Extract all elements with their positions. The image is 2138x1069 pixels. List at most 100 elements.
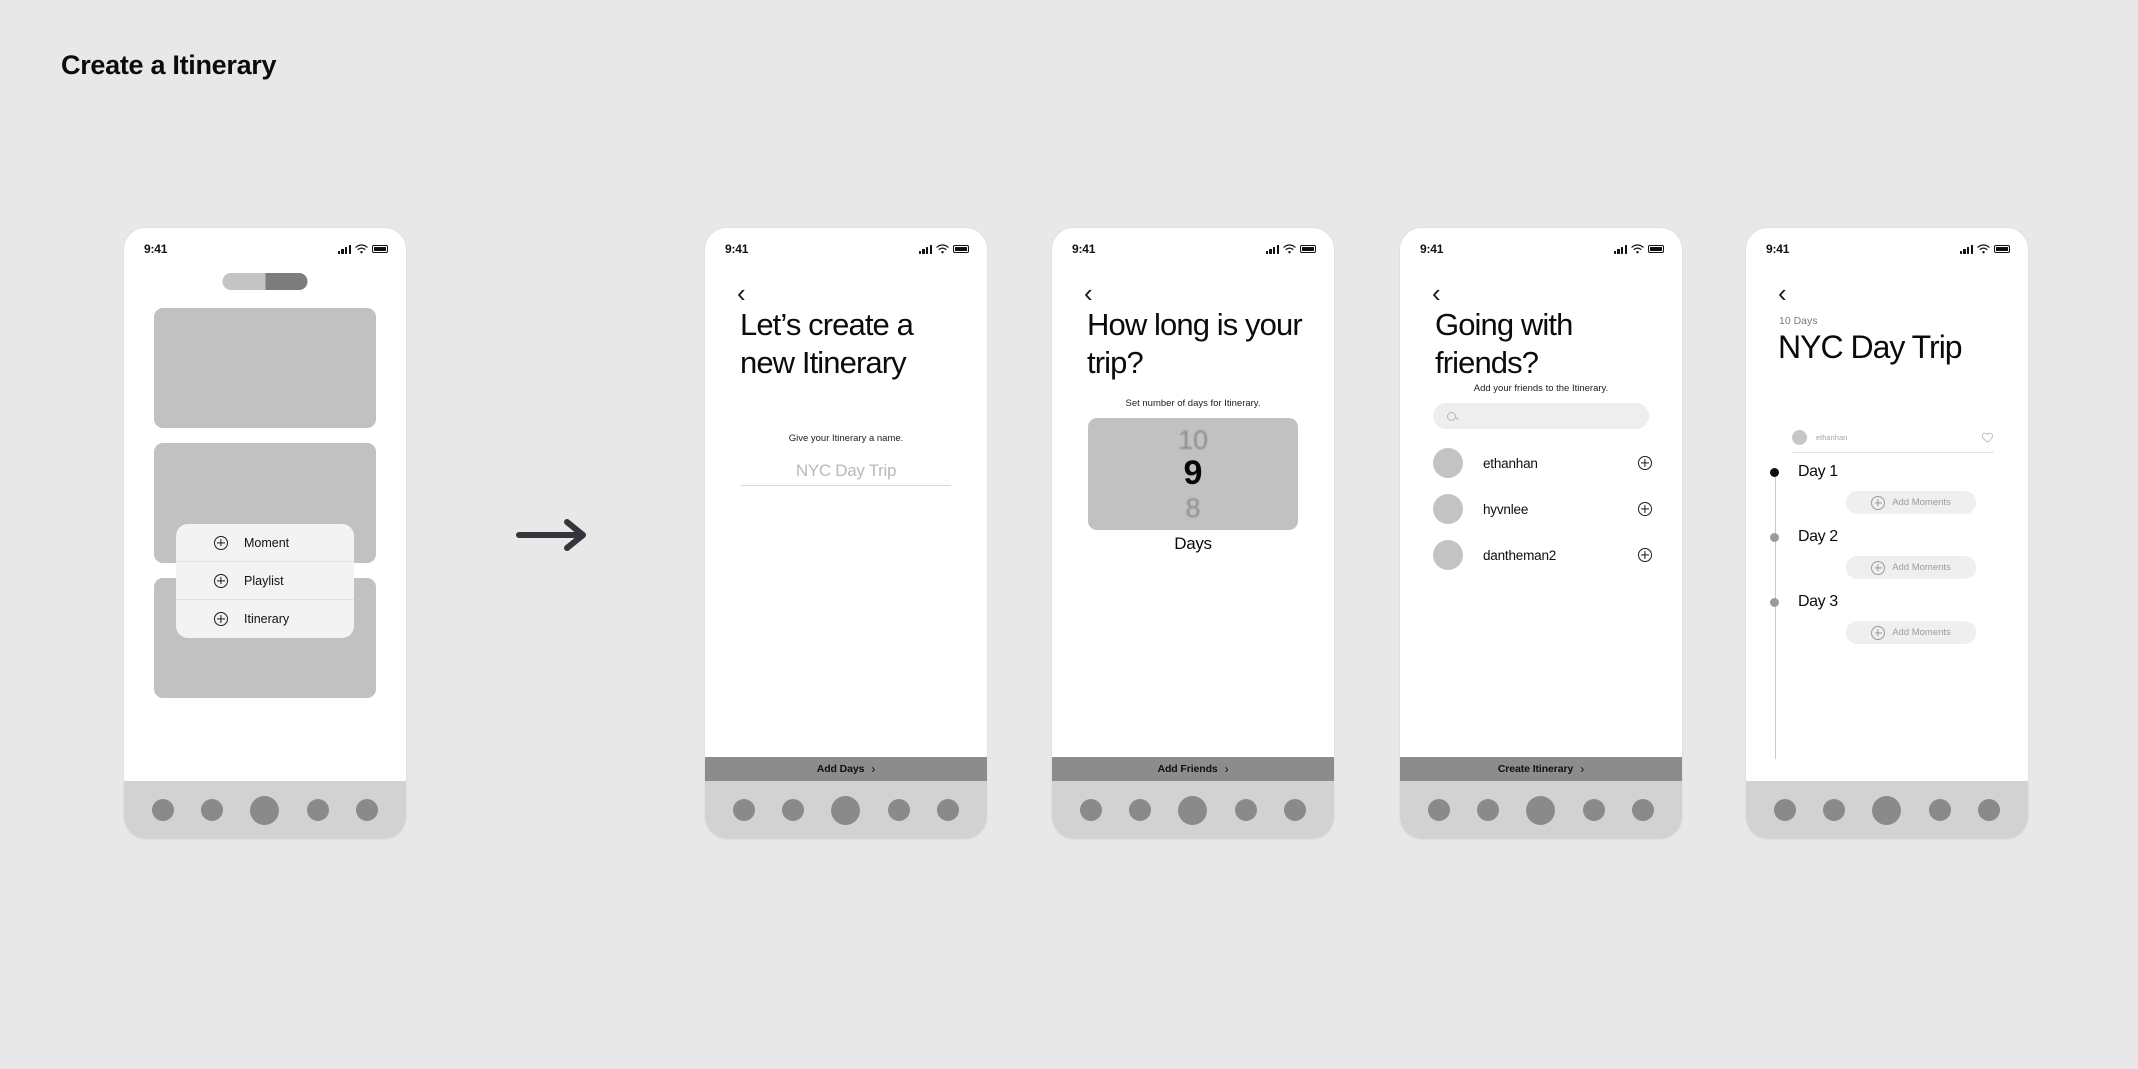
back-chevron-left-icon[interactable]: ‹ [1778, 280, 1787, 306]
status-bar: 9:41 [1052, 228, 1334, 262]
chevron-right-icon: › [1224, 762, 1229, 776]
cellular-signal-icon [1265, 244, 1279, 254]
tab-item-5[interactable] [1978, 799, 2001, 821]
back-chevron-left-icon[interactable]: ‹ [737, 280, 746, 306]
tab-item-1[interactable] [732, 799, 755, 821]
tab-item-3[interactable] [1526, 795, 1556, 825]
phone-screen-name-itinerary: 9:41 ‹ Let’s create a new Itinerary Give… [705, 228, 987, 839]
tab-item-2[interactable] [1823, 799, 1846, 821]
tab-item-5[interactable] [1632, 799, 1655, 821]
itinerary-owner-row: ethanhan [1792, 423, 1994, 453]
tab-item-1[interactable] [1427, 799, 1450, 821]
search-icon [1447, 411, 1456, 421]
tab-item-5[interactable] [356, 799, 379, 821]
wireframe-canvas: Create a Itinerary 9:41 Moment Playlist … [0, 0, 2138, 1069]
itinerary-title: NYC Day Trip [1778, 329, 1963, 365]
cellular-signal-icon [1613, 244, 1627, 254]
menu-item-label: Itinerary [244, 612, 290, 626]
days-unit-label: Days [1174, 534, 1212, 553]
timeline-line [1774, 471, 1776, 759]
tab-item-2[interactable] [782, 799, 805, 821]
battery-icon [372, 244, 388, 254]
battery-icon [1648, 244, 1664, 254]
screen-headline: How long is your trip? [1087, 307, 1303, 380]
plus-circle-icon [214, 535, 228, 550]
tab-item-2[interactable] [1129, 799, 1152, 821]
screen-headline: Going with friends? [1435, 307, 1573, 380]
add-moments-button[interactable]: Add Moments [1846, 621, 1976, 644]
segmented-toggle[interactable] [222, 273, 308, 290]
add-friend-plus-circle-icon[interactable] [1638, 548, 1652, 562]
timeline-dot [1770, 597, 1779, 607]
add-friends-button[interactable]: Add Friends › [1052, 757, 1334, 781]
tab-item-3[interactable] [250, 795, 280, 825]
wifi-icon [1283, 244, 1296, 254]
toggle-right-segment[interactable] [265, 273, 308, 290]
status-bar: 9:41 [1746, 228, 2028, 262]
tab-item-3[interactable] [1872, 795, 1902, 825]
tab-item-4[interactable] [1928, 799, 1951, 821]
back-chevron-left-icon[interactable]: ‹ [1084, 280, 1093, 306]
create-itinerary-button[interactable]: Create Itinerary › [1400, 757, 1682, 781]
screen-headline: Let’s create a new Itinerary [740, 307, 914, 380]
wifi-icon [1631, 244, 1644, 254]
friend-list-item[interactable]: hyvnlee [1433, 492, 1652, 526]
friend-list-item[interactable]: dantheman2 [1433, 538, 1652, 572]
plus-circle-icon [1871, 495, 1886, 510]
status-bar: 9:41 [124, 228, 406, 262]
wifi-icon [936, 244, 949, 254]
screen-subtitle: Set number of days for Itinerary. [1125, 398, 1261, 409]
cellular-signal-icon [1959, 244, 1973, 254]
tab-item-3[interactable] [831, 795, 861, 825]
day-label: Day 3 [1798, 593, 1838, 610]
toggle-left-segment[interactable] [223, 273, 266, 290]
tab-item-1[interactable] [1773, 799, 1796, 821]
cta-label: Add Friends [1157, 763, 1218, 775]
add-friend-plus-circle-icon[interactable] [1638, 456, 1652, 470]
friend-username: hyvnlee [1483, 501, 1529, 517]
menu-item-itinerary[interactable]: Itinerary [176, 600, 354, 638]
tab-item-2[interactable] [201, 799, 224, 821]
placeholder-card[interactable] [154, 308, 376, 428]
tab-item-4[interactable] [1582, 799, 1605, 821]
menu-item-label: Moment [244, 535, 290, 550]
timeline-dot [1770, 467, 1779, 477]
friend-list-item[interactable]: ethanhan [1433, 446, 1652, 480]
status-time: 9:41 [144, 242, 168, 256]
add-moments-button[interactable]: Add Moments [1846, 491, 1976, 514]
tab-item-3[interactable] [1178, 795, 1208, 825]
avatar [1433, 540, 1463, 570]
tab-item-4[interactable] [887, 799, 910, 821]
menu-item-playlist[interactable]: Playlist [176, 562, 354, 600]
add-days-button[interactable]: Add Days › [705, 757, 987, 781]
itinerary-name-input[interactable]: NYC Day Trip [741, 456, 951, 486]
add-moments-button[interactable]: Add Moments [1846, 556, 1976, 579]
tab-item-5[interactable] [1284, 799, 1307, 821]
add-friend-plus-circle-icon[interactable] [1638, 502, 1652, 516]
picker-option-selected[interactable]: 9 [1184, 454, 1203, 493]
back-chevron-left-icon[interactable]: ‹ [1432, 280, 1441, 306]
plus-circle-icon [1871, 560, 1886, 575]
friend-username: ethanhan [1483, 455, 1538, 471]
phone-screen-trip-length: 9:41 ‹ How long is your trip? Set number… [1052, 228, 1334, 839]
add-moments-label: Add Moments [1892, 627, 1951, 638]
tab-bar [1400, 781, 1682, 839]
picker-option-above[interactable]: 10 [1178, 426, 1208, 455]
picker-option-below[interactable]: 8 [1185, 493, 1200, 522]
days-picker[interactable]: 10 9 8 [1088, 418, 1298, 530]
friend-search-input[interactable] [1433, 403, 1649, 429]
tab-item-4[interactable] [306, 799, 329, 821]
status-time: 9:41 [725, 242, 749, 256]
tab-item-1[interactable] [1079, 799, 1102, 821]
plus-circle-icon [1871, 625, 1886, 640]
tab-item-5[interactable] [937, 799, 960, 821]
status-time: 9:41 [1072, 242, 1096, 256]
tab-item-1[interactable] [151, 799, 174, 821]
tab-item-4[interactable] [1234, 799, 1257, 821]
tab-item-2[interactable] [1477, 799, 1500, 821]
heart-icon[interactable] [1981, 431, 1994, 444]
phone-screen-itinerary-detail: 9:41 ‹ 10 Days NYC Day Trip ethanhan Day… [1746, 228, 2028, 839]
phone-screen-home: 9:41 Moment Playlist Itinerary [124, 228, 406, 839]
menu-item-moment[interactable]: Moment [176, 524, 354, 562]
add-moments-label: Add Moments [1892, 562, 1951, 573]
